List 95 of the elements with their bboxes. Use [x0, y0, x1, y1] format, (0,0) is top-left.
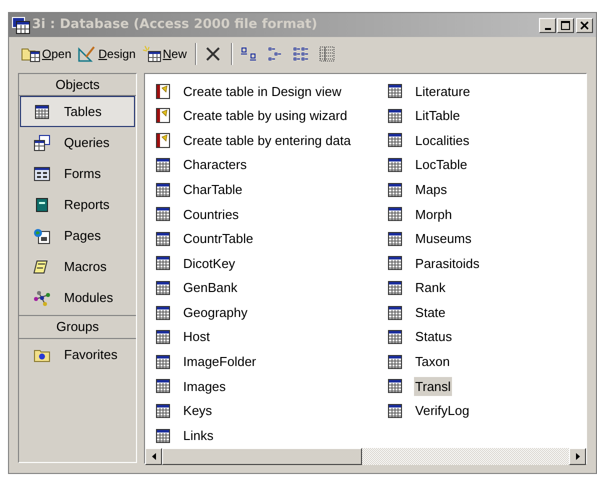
table-icon — [388, 404, 402, 418]
table-icon — [156, 232, 170, 246]
new-table-icon[interactable] — [142, 45, 162, 63]
table-icon — [156, 182, 170, 197]
list-item[interactable]: LocTable — [414, 155, 468, 175]
object-type-item[interactable]: Modules — [20, 282, 136, 313]
table-icon — [388, 256, 402, 270]
minimize-button[interactable] — [539, 18, 556, 32]
list-item[interactable]: Geography — [182, 302, 248, 322]
list-item[interactable]: Transl — [414, 376, 452, 396]
list-item[interactable]: Literature — [414, 82, 472, 102]
table-icon — [388, 84, 402, 98]
database-icon — [12, 16, 30, 34]
right-arrow-icon — [576, 452, 580, 460]
wizard-icon — [156, 84, 170, 99]
list-item[interactable]: Localities — [414, 130, 470, 150]
horizontal-scrollbar[interactable] — [145, 448, 586, 465]
table-icon — [388, 306, 402, 320]
table-icon — [156, 379, 170, 394]
table-icon — [156, 281, 170, 296]
list-item[interactable]: LitTable — [414, 106, 461, 126]
table-icon — [388, 379, 402, 394]
toolbar-button[interactable]: Design — [75, 42, 138, 66]
minimize-icon — [544, 28, 550, 30]
list-item[interactable]: Taxon — [414, 352, 451, 372]
list-item[interactable]: Create table in Design view — [182, 82, 342, 102]
list-item[interactable]: Rank — [414, 278, 447, 298]
window-title: 3i : Database (Access 2000 file format) — [32, 16, 318, 34]
group-item[interactable]: Favorites — [20, 339, 136, 370]
object-type-item[interactable]: Reports — [20, 189, 136, 220]
table-icon — [388, 207, 402, 222]
toolbar-button[interactable]: Open — [19, 42, 74, 66]
list-item[interactable]: Morph — [414, 204, 454, 224]
list-item[interactable]: Images — [182, 376, 227, 396]
wizard-icon — [156, 132, 170, 148]
list-item[interactable]: State — [414, 302, 447, 322]
table-icon — [156, 354, 170, 369]
close-icon — [580, 20, 589, 30]
table-icon — [156, 404, 170, 418]
maximize-button[interactable] — [557, 18, 574, 32]
table-icon — [388, 158, 402, 172]
scroll-right-button[interactable] — [569, 448, 586, 465]
list-item[interactable]: DicotKey — [182, 254, 236, 274]
details-view-icon[interactable] — [316, 45, 337, 63]
large-icons-icon[interactable] — [238, 45, 259, 63]
object-type-item[interactable]: Macros — [20, 251, 136, 282]
list-item[interactable]: CountrTable — [182, 229, 254, 249]
table-icon — [156, 207, 170, 222]
list-item[interactable]: Host — [182, 327, 211, 347]
toolbar-button[interactable]: New — [140, 42, 189, 66]
table-icon — [388, 133, 402, 148]
table-icon — [156, 330, 170, 344]
book-icon — [33, 196, 51, 212]
list-item[interactable]: Parasitoids — [414, 254, 480, 274]
groups-header[interactable]: Groups — [19, 315, 136, 339]
object-type-item[interactable]: Pages — [20, 220, 136, 251]
close-button[interactable] — [576, 18, 593, 32]
scroll-left-button[interactable] — [145, 448, 162, 465]
table-icon — [156, 428, 170, 443]
page-icon — [33, 228, 51, 244]
list-item[interactable]: Keys — [182, 401, 214, 421]
table-icon — [156, 306, 170, 320]
list-item[interactable]: Create table by entering data — [182, 130, 352, 150]
table-icon — [388, 281, 402, 296]
list-item[interactable]: GenBank — [182, 278, 238, 298]
table-icon — [33, 104, 51, 120]
table-icon — [156, 158, 170, 172]
list-item[interactable]: Characters — [182, 155, 248, 175]
wizard-icon — [156, 108, 170, 124]
object-type-item[interactable]: Tables — [20, 96, 136, 127]
table-icon — [156, 256, 170, 270]
query-icon — [33, 134, 51, 150]
table-icon — [388, 108, 402, 123]
list-item[interactable]: Countries — [182, 204, 240, 224]
list-item[interactable]: Museums — [414, 229, 473, 249]
list-item[interactable]: Status — [414, 327, 454, 347]
list-item[interactable]: Create table by using wizard — [182, 106, 348, 126]
list-item[interactable]: Maps — [414, 180, 448, 200]
table-icon — [388, 354, 402, 369]
left-arrow-icon — [152, 452, 156, 460]
table-icon — [388, 330, 402, 344]
object-type-item[interactable]: Forms — [20, 158, 136, 189]
list-item[interactable]: Links — [182, 426, 215, 446]
maximize-icon — [561, 20, 570, 30]
table-icon — [388, 232, 402, 246]
list-item[interactable]: CharTable — [182, 180, 244, 200]
form-icon — [33, 166, 51, 182]
object-type-item[interactable]: Queries — [20, 127, 136, 158]
list-item[interactable]: ImageFolder — [182, 352, 258, 372]
list-item[interactable]: VerifyLog — [414, 401, 470, 421]
table-icon — [388, 182, 402, 197]
triangle-ruler-icon[interactable] — [77, 45, 98, 63]
scroll-thumb[interactable] — [162, 448, 362, 465]
list-view-icon[interactable] — [290, 45, 311, 63]
modules-icon — [33, 290, 51, 306]
